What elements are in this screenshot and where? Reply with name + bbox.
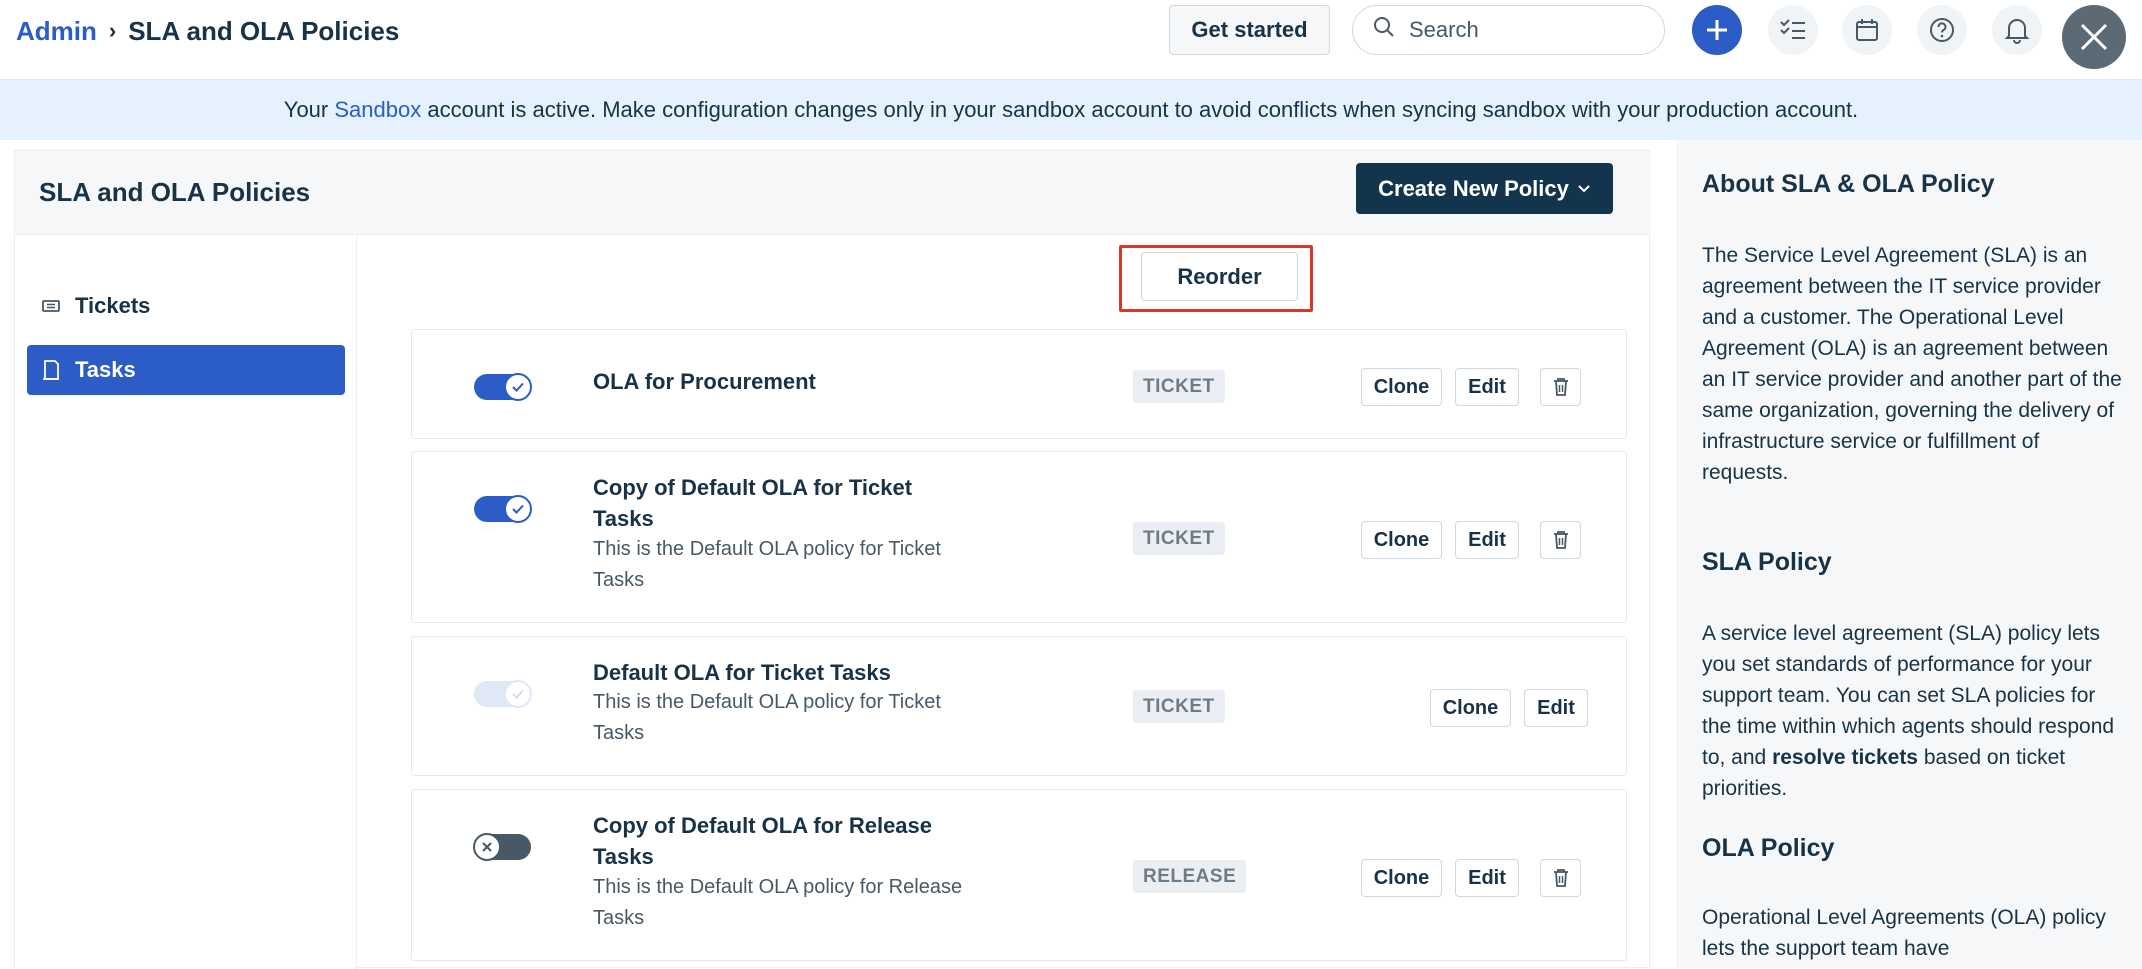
help-icon bbox=[1930, 18, 1954, 42]
clone-button[interactable]: Clone bbox=[1430, 689, 1511, 727]
banner-text-suffix: account is active. Make configuration ch… bbox=[421, 97, 1859, 122]
task-icon bbox=[43, 360, 59, 380]
trash-icon bbox=[1553, 378, 1568, 396]
policy-sidebar: Tickets Tasks bbox=[15, 235, 357, 969]
policy-title: OLA for Procurement bbox=[593, 369, 816, 394]
breadcrumb-separator: › bbox=[108, 18, 117, 43]
policy-type-badge: TICKET bbox=[1133, 370, 1225, 403]
info-panel: About SLA & OLA Policy The Service Level… bbox=[1676, 140, 2142, 968]
sidebar-item-label: Tasks bbox=[75, 357, 136, 382]
sidebar-item-label: Tickets bbox=[75, 293, 151, 318]
policy-row: Default OLA for Ticket Tasks This is the… bbox=[411, 636, 1627, 776]
policy-title: Copy of Default OLA for Release Tasks bbox=[593, 813, 933, 869]
banner-text-prefix: Your bbox=[283, 97, 335, 122]
reorder-button[interactable]: Reorder bbox=[1141, 252, 1298, 301]
sidebar-item-tickets[interactable]: Tickets bbox=[27, 281, 345, 331]
info-heading-sla: SLA Policy bbox=[1702, 548, 1832, 576]
search-icon bbox=[1373, 16, 1395, 44]
panel-title: SLA and OLA Policies bbox=[39, 177, 311, 207]
info-paragraph-ola: Operational Level Agreements (OLA) polic… bbox=[1702, 906, 2106, 960]
policy-description: This is the Default OLA policy for Ticke… bbox=[593, 538, 941, 591]
policy-row: Copy of Default OLA for Ticket Tasks Thi… bbox=[411, 451, 1627, 623]
get-started-button[interactable]: Get started bbox=[1169, 5, 1330, 55]
create-new-policy-button[interactable]: Create New Policy bbox=[1356, 163, 1613, 214]
info-heading-about: About SLA & OLA Policy bbox=[1702, 170, 1995, 198]
info-paragraph-sla: A service level agreement (SLA) policy l… bbox=[1702, 618, 2122, 804]
plus-icon bbox=[1707, 20, 1727, 40]
clone-button[interactable]: Clone bbox=[1361, 368, 1442, 406]
policy-toggle[interactable] bbox=[473, 833, 531, 861]
chevron-down-icon bbox=[1578, 184, 1590, 192]
checklist-button[interactable] bbox=[1768, 5, 1818, 55]
add-new-button[interactable] bbox=[1692, 5, 1742, 55]
breadcrumb: Admin › SLA and OLA Policies bbox=[16, 14, 399, 48]
policy-type-badge: TICKET bbox=[1133, 690, 1225, 723]
help-button[interactable] bbox=[1917, 5, 1967, 55]
sidebar-item-tasks[interactable]: Tasks bbox=[27, 345, 345, 395]
checklist-icon bbox=[1780, 19, 1805, 39]
check-icon bbox=[504, 373, 532, 401]
close-button[interactable] bbox=[2062, 5, 2126, 69]
edit-button[interactable]: Edit bbox=[1524, 689, 1588, 727]
calendar-button[interactable] bbox=[1842, 5, 1892, 55]
policy-description: This is the Default OLA policy for Relea… bbox=[593, 876, 963, 929]
panel-header: SLA and OLA Policies Create New Policy bbox=[15, 151, 1651, 235]
bell-icon bbox=[2004, 19, 2030, 44]
trash-icon bbox=[1553, 531, 1568, 549]
check-icon bbox=[504, 495, 532, 523]
delete-button[interactable] bbox=[1540, 859, 1581, 897]
policies-panel: SLA and OLA Policies Create New Policy T… bbox=[14, 150, 1651, 969]
sandbox-banner: Your Sandbox account is active. Make con… bbox=[0, 80, 2142, 140]
notifications-button[interactable] bbox=[1992, 5, 2042, 55]
policy-toggle[interactable] bbox=[474, 373, 532, 401]
policy-title: Default OLA for Ticket Tasks bbox=[593, 660, 891, 685]
info-heading-ola: OLA Policy bbox=[1702, 834, 1835, 862]
create-new-policy-label: Create New Policy bbox=[1378, 175, 1569, 201]
x-icon bbox=[473, 833, 501, 861]
breadcrumb-admin-link[interactable]: Admin bbox=[16, 16, 97, 47]
policy-description: This is the Default OLA policy for Ticke… bbox=[593, 691, 941, 744]
top-bar: Admin › SLA and OLA Policies Get started bbox=[0, 0, 2142, 80]
policy-type-badge: RELEASE bbox=[1133, 860, 1247, 893]
edit-button[interactable]: Edit bbox=[1455, 368, 1519, 406]
trash-icon bbox=[1553, 869, 1568, 887]
policy-toggle[interactable] bbox=[474, 495, 532, 523]
sandbox-link[interactable]: Sandbox bbox=[334, 97, 421, 123]
search-box[interactable] bbox=[1352, 5, 1665, 55]
edit-button[interactable]: Edit bbox=[1455, 521, 1519, 559]
delete-button[interactable] bbox=[1540, 368, 1581, 406]
info-paragraph-about: The Service Level Agreement (SLA) is an … bbox=[1702, 244, 2122, 484]
policy-row: Copy of Default OLA for Release Tasks Th… bbox=[411, 789, 1627, 961]
policy-row: OLA for Procurement TICKET Clone Edit bbox=[411, 329, 1627, 439]
ticket-icon bbox=[42, 300, 60, 312]
policy-type-badge: TICKET bbox=[1133, 522, 1225, 555]
close-icon bbox=[2080, 23, 2108, 51]
info-sla-bold: resolve tickets bbox=[1772, 746, 1918, 769]
policy-title: Copy of Default OLA for Ticket Tasks bbox=[593, 475, 913, 531]
delete-button[interactable] bbox=[1540, 521, 1581, 559]
edit-button[interactable]: Edit bbox=[1455, 859, 1519, 897]
calendar-icon bbox=[1856, 19, 1878, 41]
search-input[interactable] bbox=[1407, 16, 1637, 44]
policy-toggle bbox=[474, 680, 532, 708]
clone-button[interactable]: Clone bbox=[1361, 859, 1442, 897]
clone-button[interactable]: Clone bbox=[1361, 521, 1442, 559]
check-icon bbox=[504, 680, 532, 708]
page-title: SLA and OLA Policies bbox=[128, 15, 400, 46]
